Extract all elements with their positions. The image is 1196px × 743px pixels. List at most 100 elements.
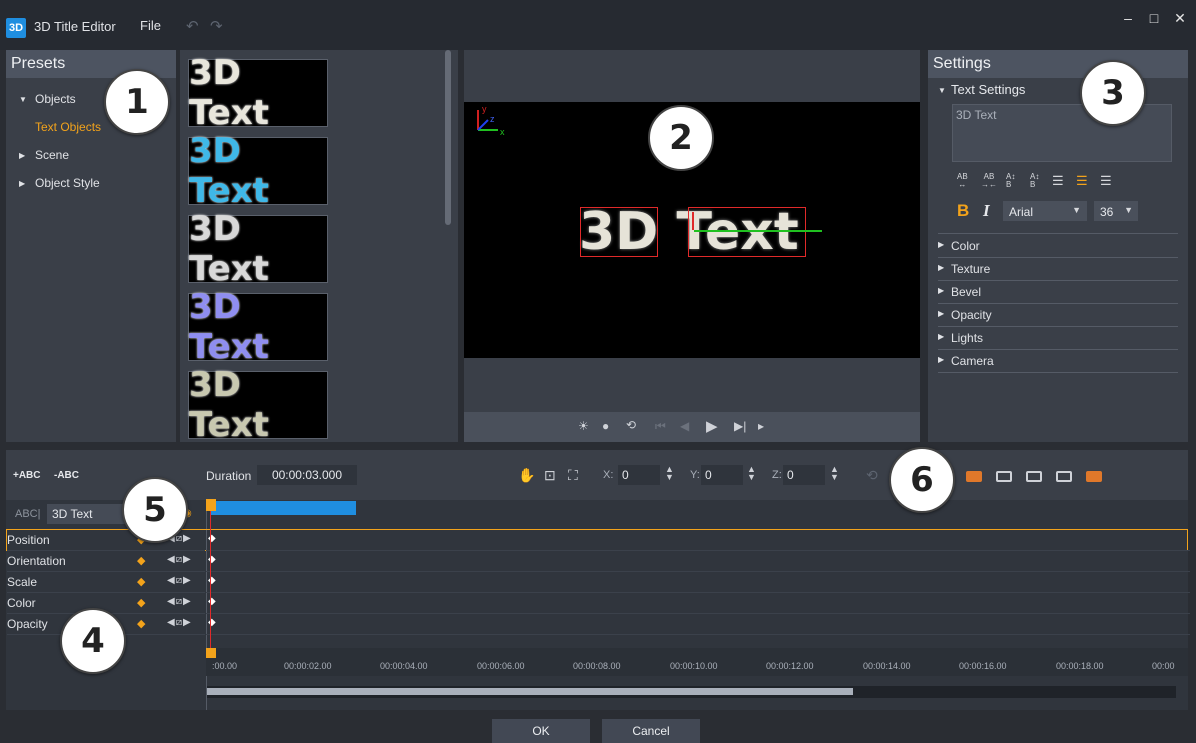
preset-thumbnail[interactable]: 3D Text [188, 209, 328, 289]
preset-thumbnail[interactable]: 3D Text [188, 53, 328, 133]
line-spacing-increase-icon[interactable]: A↕ B [1006, 173, 1015, 189]
ruler-tick-label: :00.00 [212, 661, 238, 671]
track-name-field[interactable]: 3D Text [47, 504, 127, 524]
keyframe-track[interactable] [206, 614, 1190, 635]
close-icon[interactable]: ✕ [1170, 10, 1190, 27]
tree-item-scene[interactable]: Scene [35, 148, 69, 162]
go-to-end-icon[interactable]: ▸ [758, 419, 764, 433]
material-icon[interactable]: ● [602, 419, 609, 433]
preset-thumbnail-text: 3D Text [189, 53, 269, 133]
settings-section-lights[interactable]: ▶ Lights [938, 327, 1178, 350]
ok-button[interactable]: OK [492, 719, 590, 743]
callout-4: 4 [60, 608, 126, 674]
settings-section-camera[interactable]: ▶ Camera [938, 350, 1178, 373]
italic-button[interactable]: I [983, 201, 990, 221]
keyframe-track[interactable] [206, 530, 1190, 551]
text-settings-label[interactable]: Text Settings [951, 82, 1025, 97]
playhead-line[interactable] [210, 500, 211, 658]
font-size-select[interactable]: 36 ▼ [1094, 201, 1138, 221]
move-gizmo-y-axis[interactable] [692, 212, 694, 230]
keyframe-mode-icon[interactable] [966, 471, 982, 482]
align-right-icon[interactable]: ☰ [1100, 174, 1112, 187]
x-input[interactable]: 0 [618, 465, 660, 485]
axis-y-label: y [482, 104, 487, 114]
keyframe-mode-icon[interactable] [996, 471, 1012, 482]
keyframe-track[interactable] [206, 551, 1190, 572]
tree-item-object-style[interactable]: Object Style [35, 176, 100, 190]
x-stepper-icon[interactable]: ▲ ▼ [665, 465, 674, 482]
align-left-icon[interactable]: ☰ [1052, 174, 1064, 187]
previous-frame-icon[interactable]: ◀ [680, 419, 689, 433]
selection-box [688, 207, 806, 257]
remove-text-button[interactable]: -ABC [54, 470, 79, 481]
maximize-icon[interactable]: □ [1144, 10, 1164, 26]
kerning-increase-icon[interactable]: AB ↔ [957, 173, 968, 189]
ruler-tick-label: 00:00:16.00 [959, 661, 1007, 671]
add-text-button[interactable]: +ABC [13, 470, 41, 481]
move-gizmo-x-axis[interactable] [694, 230, 822, 232]
y-stepper-icon[interactable]: ▲ ▼ [747, 465, 756, 482]
minimize-icon[interactable]: – [1118, 10, 1138, 26]
y-input[interactable]: 0 [701, 465, 743, 485]
ruler-tick-label: 00:00:08.00 [573, 661, 621, 671]
expanded-arrow-icon[interactable]: ▼ [19, 95, 27, 104]
expanded-arrow-icon[interactable]: ▼ [938, 86, 946, 95]
select-tool-icon[interactable]: ⊡ [544, 467, 556, 484]
thumbnails-scrollbar[interactable] [445, 50, 451, 225]
timeline-scroll-thumb[interactable] [207, 688, 853, 695]
keyframe-mode-icon[interactable] [1026, 471, 1042, 482]
keyframe-mode-icon[interactable] [1086, 471, 1102, 482]
keyframe-track[interactable] [206, 593, 1190, 614]
app-logo: 3D [6, 18, 26, 38]
go-to-start-icon[interactable]: ⏮ [655, 419, 666, 434]
settings-section-opacity[interactable]: ▶ Opacity [938, 304, 1178, 327]
settings-section-texture[interactable]: ▶ Texture [938, 258, 1178, 281]
tree-item-text-objects[interactable]: Text Objects [35, 120, 101, 134]
preset-thumbnail[interactable]: 3D Text [188, 131, 328, 211]
settings-section-bevel[interactable]: ▶ Bevel [938, 281, 1178, 304]
property-row-scale[interactable]: Scale ◆ ◀⧄▶ [7, 572, 205, 593]
settings-header: Settings [928, 50, 1188, 78]
fit-view-icon[interactable]: ⛶ [568, 467, 578, 484]
loop-icon[interactable]: ⟲ [626, 418, 636, 432]
property-row-orientation[interactable]: Orientation ◆ ◀⧄▶ [7, 551, 205, 572]
ruler-tick-label: 00:00:14.00 [863, 661, 911, 671]
collapsed-arrow-icon[interactable]: ▶ [19, 151, 25, 160]
light-icon[interactable]: ☀ [578, 419, 589, 433]
keyframe-mode-icon[interactable] [1056, 471, 1072, 482]
clip-bar[interactable] [211, 501, 356, 515]
hand-tool-icon[interactable]: ✋ [518, 467, 535, 484]
menu-file[interactable]: File [140, 18, 161, 33]
align-center-icon[interactable]: ☰ [1076, 174, 1088, 187]
bold-button[interactable]: B [957, 201, 969, 221]
preset-thumbnail[interactable]: 3D Text [188, 365, 328, 445]
chevron-down-icon: ▼ [1072, 205, 1081, 215]
tree-item-objects[interactable]: Objects [35, 92, 76, 106]
ruler-tick-label: 00:00:04.00 [380, 661, 428, 671]
font-select[interactable]: Arial ▼ [1003, 201, 1087, 221]
keyframe-track[interactable] [206, 572, 1190, 593]
collapsed-arrow-icon[interactable]: ▶ [19, 179, 25, 188]
preset-thumbnail[interactable]: 3D Text [188, 287, 328, 367]
title-bar [0, 0, 1196, 50]
kerning-decrease-icon[interactable]: AB →← [981, 173, 997, 189]
z-input[interactable]: 0 [783, 465, 825, 485]
settings-section-color[interactable]: ▶ Color [938, 235, 1178, 258]
duration-field[interactable]: 00:00:03.000 [257, 465, 357, 485]
chevron-down-icon: ▼ [1124, 205, 1133, 215]
next-frame-icon[interactable]: ▶| [734, 419, 746, 433]
duration-label: Duration [206, 469, 252, 483]
line-spacing-decrease-icon[interactable]: A↕ B [1030, 173, 1039, 189]
ruler-tick-label: 00:00:18.00 [1056, 661, 1104, 671]
reset-icon[interactable]: ⟲ [866, 467, 878, 484]
playhead-handle[interactable] [206, 648, 216, 658]
font-size-value: 36 [1100, 205, 1114, 219]
playhead-handle[interactable] [206, 499, 216, 511]
callout-5: 5 [122, 477, 188, 543]
play-icon[interactable]: ▶ [706, 417, 718, 435]
undo-icon[interactable]: ↶ [186, 17, 199, 35]
redo-icon[interactable]: ↷ [210, 17, 223, 35]
x-label: X: [603, 469, 614, 481]
cancel-button[interactable]: Cancel [602, 719, 700, 743]
z-stepper-icon[interactable]: ▲ ▼ [830, 465, 839, 482]
